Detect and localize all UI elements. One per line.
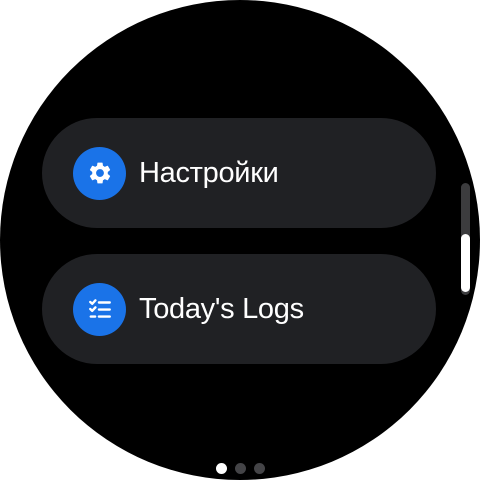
todays-logs-chip[interactable]: Today's Logs (42, 254, 436, 364)
scrollbar-thumb[interactable] (461, 234, 470, 292)
scrollbar[interactable] (461, 183, 470, 295)
checklist-icon (73, 282, 126, 336)
page-indicator (0, 463, 480, 475)
page-dot (215, 463, 227, 474)
settings-label: Настройки (139, 156, 279, 189)
watch-screen: Настройки Today's Logs (0, 0, 480, 480)
page-dot (253, 463, 265, 474)
gear-icon (73, 146, 126, 200)
page-dot (234, 463, 246, 474)
todays-logs-label: Today's Logs (139, 292, 304, 325)
settings-chip[interactable]: Настройки (42, 118, 436, 228)
